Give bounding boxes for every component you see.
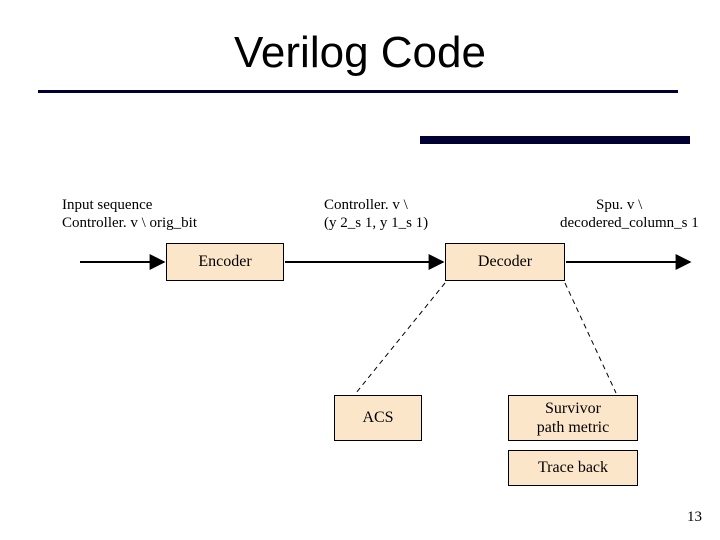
encoder-box: Encoder — [166, 243, 284, 281]
spu-output-label-line1: Spu. v \ — [596, 196, 642, 215]
diagram-stage: Input sequence Controller. v \ orig_bit … — [0, 0, 720, 540]
decoder-box: Decoder — [445, 243, 565, 281]
dashed-decoder-to-survivor — [565, 283, 616, 393]
acs-box: ACS — [334, 395, 422, 441]
controller-signal-label-line1: Controller. v \ — [324, 196, 408, 215]
input-sequence-label-line2: Controller. v \ orig_bit — [62, 214, 197, 233]
spu-output-label-line2: decodered_column_s 1 — [560, 214, 699, 233]
controller-signal-label-line2: (y 2_s 1, y 1_s 1) — [324, 214, 428, 233]
survivor-path-metric-box: Survivor path metric — [508, 395, 638, 441]
dashed-decoder-to-acs — [356, 283, 445, 393]
page-number: 13 — [687, 509, 702, 526]
trace-back-box: Trace back — [508, 450, 638, 486]
input-sequence-label-line1: Input sequence — [62, 196, 152, 215]
